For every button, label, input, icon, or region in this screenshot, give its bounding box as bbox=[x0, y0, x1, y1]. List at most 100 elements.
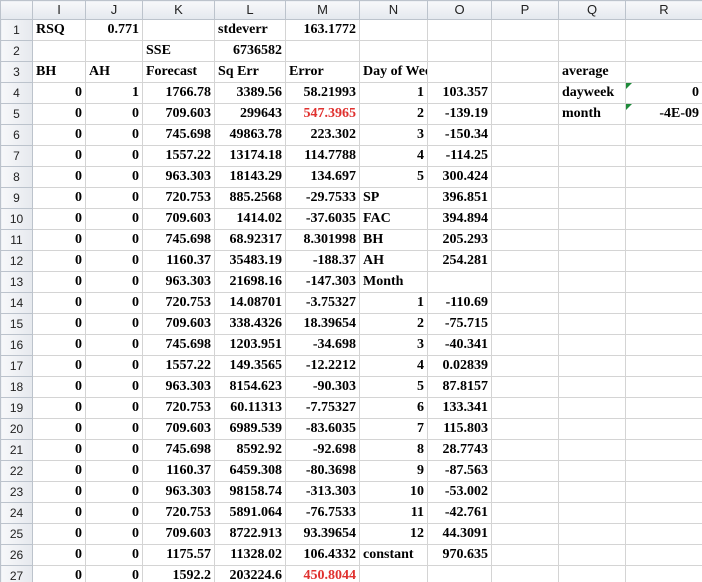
cell-r23[interactable] bbox=[625, 481, 702, 503]
cell-k18[interactable]: 963.303 bbox=[142, 376, 215, 398]
cell-o3[interactable] bbox=[427, 61, 492, 83]
cell-r11[interactable] bbox=[625, 229, 702, 251]
cell-m2[interactable] bbox=[285, 40, 360, 62]
cell-p4[interactable] bbox=[491, 82, 559, 104]
cell-l24[interactable]: 5891.064 bbox=[214, 502, 286, 524]
cell-m14[interactable]: -3.75327 bbox=[285, 292, 360, 314]
cell-j5[interactable]: 0 bbox=[85, 103, 143, 125]
row-header[interactable]: 12 bbox=[0, 250, 33, 272]
cell-o10[interactable]: 394.894 bbox=[427, 208, 492, 230]
cell-o23[interactable]: -53.002 bbox=[427, 481, 492, 503]
cell-m10[interactable]: -37.6035 bbox=[285, 208, 360, 230]
cell-l22[interactable]: 6459.308 bbox=[214, 460, 286, 482]
row-header[interactable]: 18 bbox=[0, 376, 33, 398]
cell-j8[interactable]: 0 bbox=[85, 166, 143, 188]
cell-i24[interactable]: 0 bbox=[32, 502, 86, 524]
cell-i5[interactable]: 0 bbox=[32, 103, 86, 125]
cell-m8[interactable]: 134.697 bbox=[285, 166, 360, 188]
column-header-o[interactable]: O bbox=[427, 0, 492, 20]
cell-r14[interactable] bbox=[625, 292, 702, 314]
cell-r26[interactable] bbox=[625, 544, 702, 566]
row-header[interactable]: 14 bbox=[0, 292, 33, 314]
cell-l2[interactable]: 6736582 bbox=[214, 40, 286, 62]
cell-j13[interactable]: 0 bbox=[85, 271, 143, 293]
cell-r20[interactable] bbox=[625, 418, 702, 440]
cell-n19[interactable]: 6 bbox=[359, 397, 428, 419]
cell-r1[interactable] bbox=[625, 19, 702, 41]
cell-i2[interactable] bbox=[32, 40, 86, 62]
cell-q11[interactable] bbox=[558, 229, 626, 251]
cell-m11[interactable]: 8.301998 bbox=[285, 229, 360, 251]
cell-r25[interactable] bbox=[625, 523, 702, 545]
cell-p8[interactable] bbox=[491, 166, 559, 188]
cell-l3[interactable]: Sq Err bbox=[214, 61, 286, 83]
cell-k22[interactable]: 1160.37 bbox=[142, 460, 215, 482]
cell-i25[interactable]: 0 bbox=[32, 523, 86, 545]
cell-k16[interactable]: 745.698 bbox=[142, 334, 215, 356]
cell-p6[interactable] bbox=[491, 124, 559, 146]
row-header[interactable]: 7 bbox=[0, 145, 33, 167]
cell-l5[interactable]: 299643 bbox=[214, 103, 286, 125]
cell-m19[interactable]: -7.75327 bbox=[285, 397, 360, 419]
cell-n20[interactable]: 7 bbox=[359, 418, 428, 440]
cell-i7[interactable]: 0 bbox=[32, 145, 86, 167]
cell-o15[interactable]: -75.715 bbox=[427, 313, 492, 335]
cell-l9[interactable]: 885.2568 bbox=[214, 187, 286, 209]
cell-o21[interactable]: 28.7743 bbox=[427, 439, 492, 461]
cell-k13[interactable]: 963.303 bbox=[142, 271, 215, 293]
cell-o8[interactable]: 300.424 bbox=[427, 166, 492, 188]
cell-r4[interactable]: 0 bbox=[625, 82, 702, 104]
cell-p22[interactable] bbox=[491, 460, 559, 482]
cell-m1[interactable]: 163.1772 bbox=[285, 19, 360, 41]
row-header[interactable]: 17 bbox=[0, 355, 33, 377]
cell-k3[interactable]: Forecast bbox=[142, 61, 215, 83]
row-header[interactable]: 6 bbox=[0, 124, 33, 146]
cell-o11[interactable]: 205.293 bbox=[427, 229, 492, 251]
row-header[interactable]: 27 bbox=[0, 565, 33, 582]
cell-p12[interactable] bbox=[491, 250, 559, 272]
cell-r2[interactable] bbox=[625, 40, 702, 62]
cell-l25[interactable]: 8722.913 bbox=[214, 523, 286, 545]
cell-o20[interactable]: 115.803 bbox=[427, 418, 492, 440]
cell-i1[interactable]: RSQ bbox=[32, 19, 86, 41]
cell-n1[interactable] bbox=[359, 19, 428, 41]
cell-l20[interactable]: 6989.539 bbox=[214, 418, 286, 440]
row-header[interactable]: 10 bbox=[0, 208, 33, 230]
cell-k23[interactable]: 963.303 bbox=[142, 481, 215, 503]
cell-n3[interactable]: Day of Week bbox=[359, 61, 428, 83]
cell-k8[interactable]: 963.303 bbox=[142, 166, 215, 188]
cell-o12[interactable]: 254.281 bbox=[427, 250, 492, 272]
cell-p21[interactable] bbox=[491, 439, 559, 461]
cell-l16[interactable]: 1203.951 bbox=[214, 334, 286, 356]
cell-o7[interactable]: -114.25 bbox=[427, 145, 492, 167]
cell-p13[interactable] bbox=[491, 271, 559, 293]
cell-l18[interactable]: 8154.623 bbox=[214, 376, 286, 398]
cell-k5[interactable]: 709.603 bbox=[142, 103, 215, 125]
cell-j20[interactable]: 0 bbox=[85, 418, 143, 440]
row-header[interactable]: 1 bbox=[0, 19, 33, 41]
cell-r5[interactable]: -4E-09 bbox=[625, 103, 702, 125]
cell-j12[interactable]: 0 bbox=[85, 250, 143, 272]
cell-j16[interactable]: 0 bbox=[85, 334, 143, 356]
cell-i14[interactable]: 0 bbox=[32, 292, 86, 314]
cell-m3[interactable]: Error bbox=[285, 61, 360, 83]
cell-n21[interactable]: 8 bbox=[359, 439, 428, 461]
cell-l7[interactable]: 13174.18 bbox=[214, 145, 286, 167]
cell-l27[interactable]: 203224.6 bbox=[214, 565, 286, 582]
cell-o24[interactable]: -42.761 bbox=[427, 502, 492, 524]
cell-o2[interactable] bbox=[427, 40, 492, 62]
cell-o17[interactable]: 0.02839 bbox=[427, 355, 492, 377]
cell-l21[interactable]: 8592.92 bbox=[214, 439, 286, 461]
cell-q6[interactable] bbox=[558, 124, 626, 146]
cell-p14[interactable] bbox=[491, 292, 559, 314]
cell-j14[interactable]: 0 bbox=[85, 292, 143, 314]
cell-l1[interactable]: stdeverr bbox=[214, 19, 286, 41]
cell-o25[interactable]: 44.3091 bbox=[427, 523, 492, 545]
cell-k7[interactable]: 1557.22 bbox=[142, 145, 215, 167]
cell-r8[interactable] bbox=[625, 166, 702, 188]
cell-n15[interactable]: 2 bbox=[359, 313, 428, 335]
cell-p16[interactable] bbox=[491, 334, 559, 356]
cell-k4[interactable]: 1766.78 bbox=[142, 82, 215, 104]
cell-n22[interactable]: 9 bbox=[359, 460, 428, 482]
cell-m27[interactable]: 450.8044 bbox=[285, 565, 360, 582]
